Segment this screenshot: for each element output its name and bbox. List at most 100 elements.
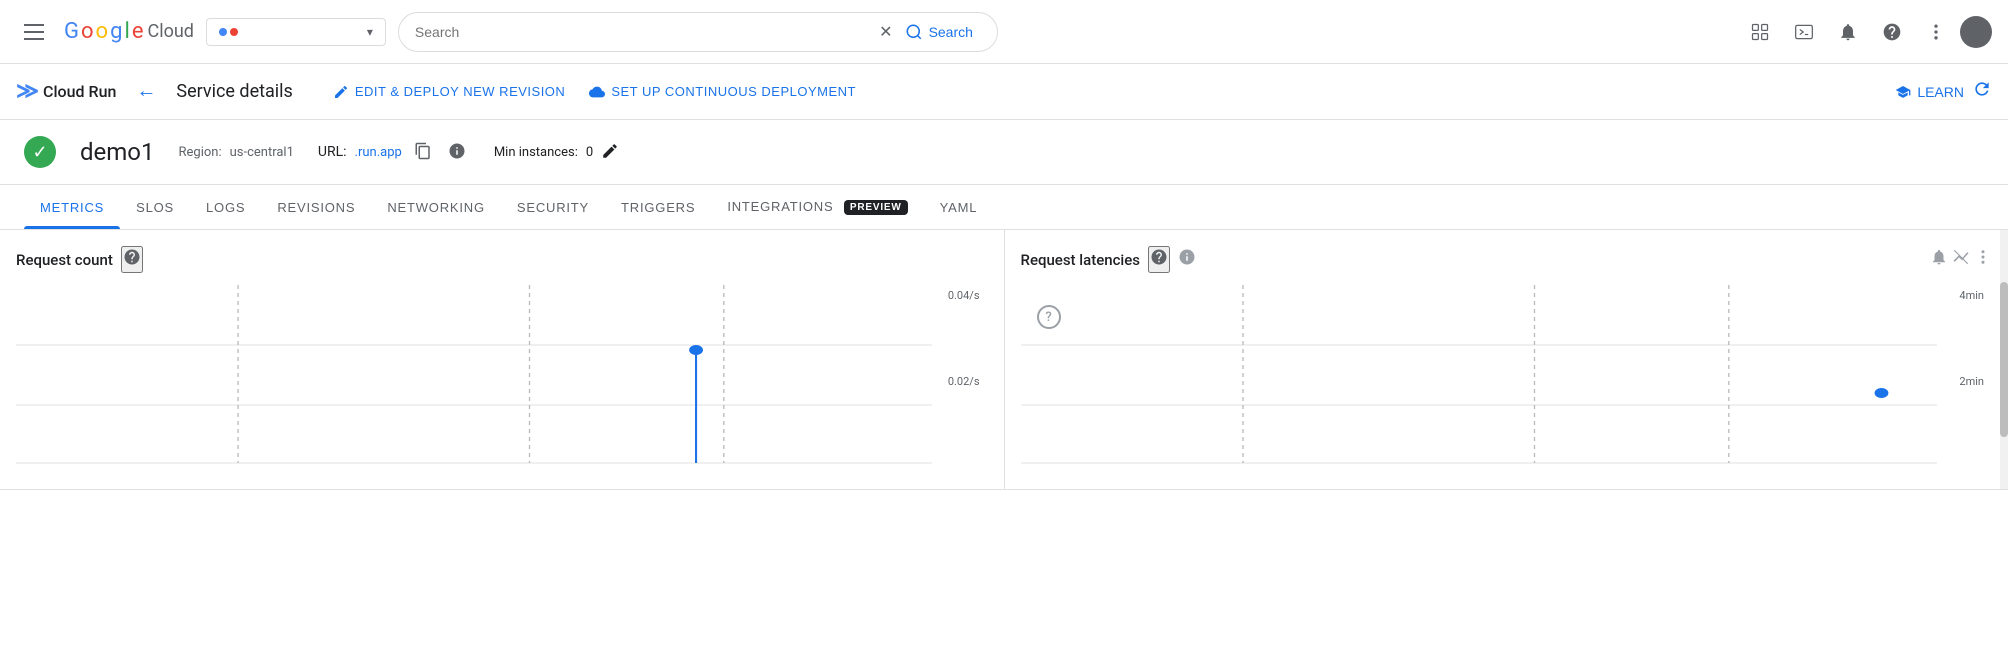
tab-revisions[interactable]: REVISIONS — [261, 186, 371, 229]
cloud-icon — [589, 84, 605, 100]
service-url-section: URL: .run.app — [318, 138, 470, 167]
request-latencies-chart-body: 4min 2min ? — [1021, 285, 1993, 465]
url-info-button[interactable] — [444, 138, 470, 167]
notifications-icon — [1838, 22, 1858, 42]
request-count-chart: Request count 0.04/s 0.02/s — [0, 230, 1005, 489]
secondary-navigation: ≫ Cloud Run ← Service details EDIT & DEP… — [0, 64, 2008, 120]
question-mark-icon: ? — [1037, 305, 1061, 329]
url-label: URL: — [318, 144, 347, 160]
request-count-title: Request count — [16, 251, 113, 269]
request-count-help-button[interactable] — [121, 246, 143, 273]
project-dots-icon — [219, 28, 238, 36]
latencies-chart-icons — [1930, 248, 1992, 271]
request-count-header: Request count — [16, 246, 988, 273]
latencies-no-data-icon: ? — [1037, 305, 1061, 329]
avatar[interactable] — [1960, 16, 1992, 48]
region-value: us-central1 — [230, 145, 294, 160]
help-icon-button[interactable] — [1872, 12, 1912, 52]
edit-deploy-button[interactable]: EDIT & DEPLOY NEW REVISION — [333, 84, 565, 100]
tab-metrics[interactable]: METRICS — [24, 186, 120, 229]
search-button-label: Search — [929, 24, 973, 40]
scrollbar-track[interactable] — [2000, 230, 2008, 489]
preview-badge: PREVIEW — [844, 200, 908, 215]
tab-integrations[interactable]: INTEGRATIONS PREVIEW — [711, 185, 923, 229]
info-icon — [448, 142, 466, 160]
continuous-deployment-button[interactable]: SET UP CONTINUOUS DEPLOYMENT — [589, 84, 856, 100]
graduation-cap-icon — [1895, 84, 1911, 100]
tab-logs[interactable]: LOGS — [190, 186, 261, 229]
refresh-icon — [1972, 79, 1992, 99]
support-icon — [1750, 22, 1770, 42]
request-count-svg — [16, 285, 988, 465]
more-vert-icon — [1926, 22, 1946, 42]
search-bar: Cloud Run ✕ Search — [398, 12, 998, 52]
more-vert-chart-icon — [1974, 248, 1992, 266]
copy-url-button[interactable] — [410, 138, 436, 167]
more-options-chart-button[interactable] — [1974, 248, 1992, 271]
tab-slos[interactable]: SLOS — [120, 186, 190, 229]
learn-button[interactable]: LEARN — [1895, 84, 1964, 100]
region-label: Region: — [178, 145, 221, 160]
back-button[interactable]: ← — [132, 76, 160, 107]
latency-y-label-mid: 2min — [1959, 375, 1984, 388]
support-icon-button[interactable] — [1740, 12, 1780, 52]
tab-yaml-label: YAML — [940, 200, 978, 215]
tab-revisions-label: REVISIONS — [277, 200, 355, 215]
min-instances-value: 0 — [586, 145, 593, 160]
search-input[interactable]: Cloud Run — [415, 24, 875, 40]
learn-label: LEARN — [1917, 84, 1964, 100]
project-selector[interactable]: ▾ — [206, 18, 386, 46]
continuous-deployment-label: SET UP CONTINUOUS DEPLOYMENT — [611, 84, 856, 99]
action-buttons: EDIT & DEPLOY NEW REVISION SET UP CONTIN… — [333, 84, 856, 100]
min-instances-section: Min instances: 0 — [494, 142, 619, 163]
edit-min-instances-button[interactable] — [601, 142, 619, 163]
chart-off-icon-button[interactable] — [1952, 248, 1970, 271]
terminal-icon-button[interactable] — [1784, 12, 1824, 52]
hamburger-menu-button[interactable] — [16, 16, 52, 48]
min-instances-label: Min instances: — [494, 145, 578, 160]
info-outline-icon — [1178, 248, 1196, 266]
service-url-link[interactable]: .run.app — [355, 145, 402, 160]
y-label-top: 0.04/s — [948, 289, 980, 302]
tab-security[interactable]: SECURITY — [501, 186, 605, 229]
request-latencies-svg — [1021, 285, 1993, 465]
tab-yaml[interactable]: YAML — [924, 186, 994, 229]
chevron-down-icon: ▾ — [367, 25, 373, 39]
nav-icons — [1740, 12, 1992, 52]
top-navigation: Google Cloud ▾ Cloud Run ✕ Search — [0, 0, 2008, 64]
request-count-chart-body: 0.04/s 0.02/s — [16, 285, 988, 465]
notifications-icon-button[interactable] — [1828, 12, 1868, 52]
edit-deploy-label: EDIT & DEPLOY NEW REVISION — [355, 84, 565, 99]
tab-security-label: SECURITY — [517, 200, 589, 215]
search-button[interactable]: Search — [897, 19, 981, 45]
alert-icon — [1930, 248, 1948, 266]
latencies-info-button[interactable] — [1178, 248, 1196, 271]
search-clear-button[interactable]: ✕ — [875, 22, 896, 42]
cloud-run-label: Cloud Run — [43, 82, 116, 101]
latency-y-label-top: 4min — [1959, 289, 1984, 302]
service-detail-row: ✓ demo1 Region: us-central1 URL: .run.ap… — [0, 120, 2008, 185]
more-options-icon-button[interactable] — [1916, 12, 1956, 52]
request-latencies-help-button[interactable] — [1148, 246, 1170, 273]
status-check-icon: ✓ — [24, 136, 56, 168]
refresh-button[interactable] — [1972, 79, 1992, 104]
charts-area: Request count 0.04/s 0.02/s — [0, 230, 2008, 490]
request-latencies-chart: Request latencies — [1005, 230, 2008, 489]
cloud-run-icon: ≫ — [16, 79, 39, 104]
edit-pencil-icon — [601, 142, 619, 160]
tab-slos-label: SLOS — [136, 200, 174, 215]
alert-icon-button[interactable] — [1930, 248, 1948, 271]
y-label-mid: 0.02/s — [948, 375, 980, 388]
tab-integrations-label: INTEGRATIONS — [727, 199, 833, 214]
help-circle-icon — [123, 248, 141, 266]
service-region: Region: us-central1 — [178, 145, 293, 160]
tab-triggers-label: TRIGGERS — [621, 200, 695, 215]
service-name: demo1 — [80, 138, 154, 166]
help-icon — [1882, 22, 1902, 42]
cloud-run-logo: ≫ Cloud Run — [16, 79, 116, 104]
request-latencies-header: Request latencies — [1021, 246, 1993, 273]
tabs-row: METRICS SLOS LOGS REVISIONS NETWORKING S… — [0, 185, 2008, 230]
tab-metrics-label: METRICS — [40, 200, 104, 215]
tab-triggers[interactable]: TRIGGERS — [605, 186, 711, 229]
tab-networking[interactable]: NETWORKING — [371, 186, 501, 229]
